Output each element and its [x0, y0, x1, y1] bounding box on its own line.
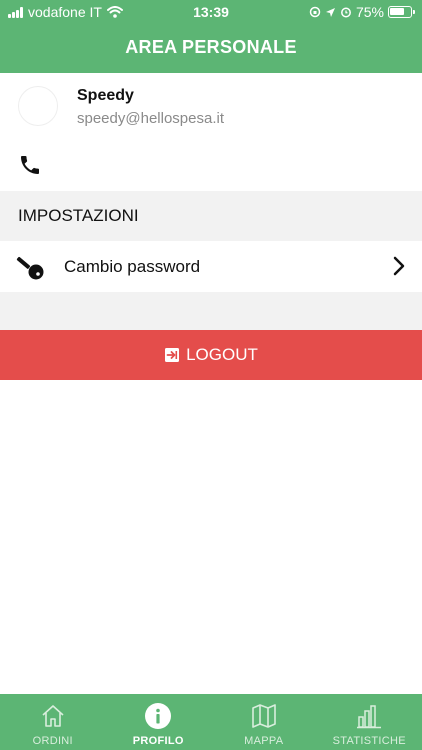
app-header: vodafone IT 13:39 75% AREA PERSONALE: [0, 0, 422, 73]
tab-mappa[interactable]: MAPPA: [211, 694, 317, 750]
battery-fill: [390, 8, 404, 15]
phone-icon[interactable]: [18, 153, 42, 177]
user-name: Speedy: [77, 87, 134, 104]
tab-statistiche-label: STATISTICHE: [332, 735, 406, 747]
status-bar: vodafone IT 13:39 75%: [0, 0, 422, 24]
tab-ordini-label: ORDINI: [32, 735, 73, 747]
tab-statistiche[interactable]: STATISTICHE: [317, 694, 422, 750]
tab-bar: ORDINI PROFILO MAPPA STATISTICHE: [0, 694, 422, 750]
change-password-label: Cambio password: [64, 257, 201, 276]
battery-percentage: 75%: [355, 4, 384, 20]
tab-ordini[interactable]: ORDINI: [0, 694, 106, 750]
logout-button[interactable]: LOGOUT: [0, 330, 422, 380]
status-right: 75%: [309, 4, 415, 20]
settings-section-title: IMPOSTAZIONI: [18, 206, 139, 225]
location-icon: [325, 7, 335, 17]
bar-chart-icon: [357, 705, 382, 729]
user-email: speedy@hellospesa.it: [77, 110, 224, 127]
section-spacer: [0, 292, 422, 330]
battery-icon: [388, 6, 415, 18]
tab-profilo[interactable]: PROFILO: [106, 694, 212, 750]
chevron-right-icon: [393, 256, 405, 276]
alarm-icon: [341, 7, 351, 18]
avatar: [18, 86, 58, 126]
key-icon: [16, 256, 44, 280]
change-password-row[interactable]: Cambio password: [0, 241, 422, 292]
page-title: AREA PERSONALE: [125, 37, 297, 57]
logout-icon: [165, 348, 180, 362]
settings-section-header: IMPOSTAZIONI: [0, 191, 422, 241]
tab-profilo-label: PROFILO: [132, 735, 184, 747]
home-icon: [42, 705, 64, 727]
profile-card: Speedy speedy@hellospesa.it: [0, 73, 422, 191]
orientation-lock-icon: [309, 6, 321, 18]
map-icon: [251, 704, 276, 728]
info-icon: [145, 703, 172, 729]
logout-label: LOGOUT: [186, 345, 258, 364]
tab-mappa-label: MAPPA: [244, 735, 284, 747]
